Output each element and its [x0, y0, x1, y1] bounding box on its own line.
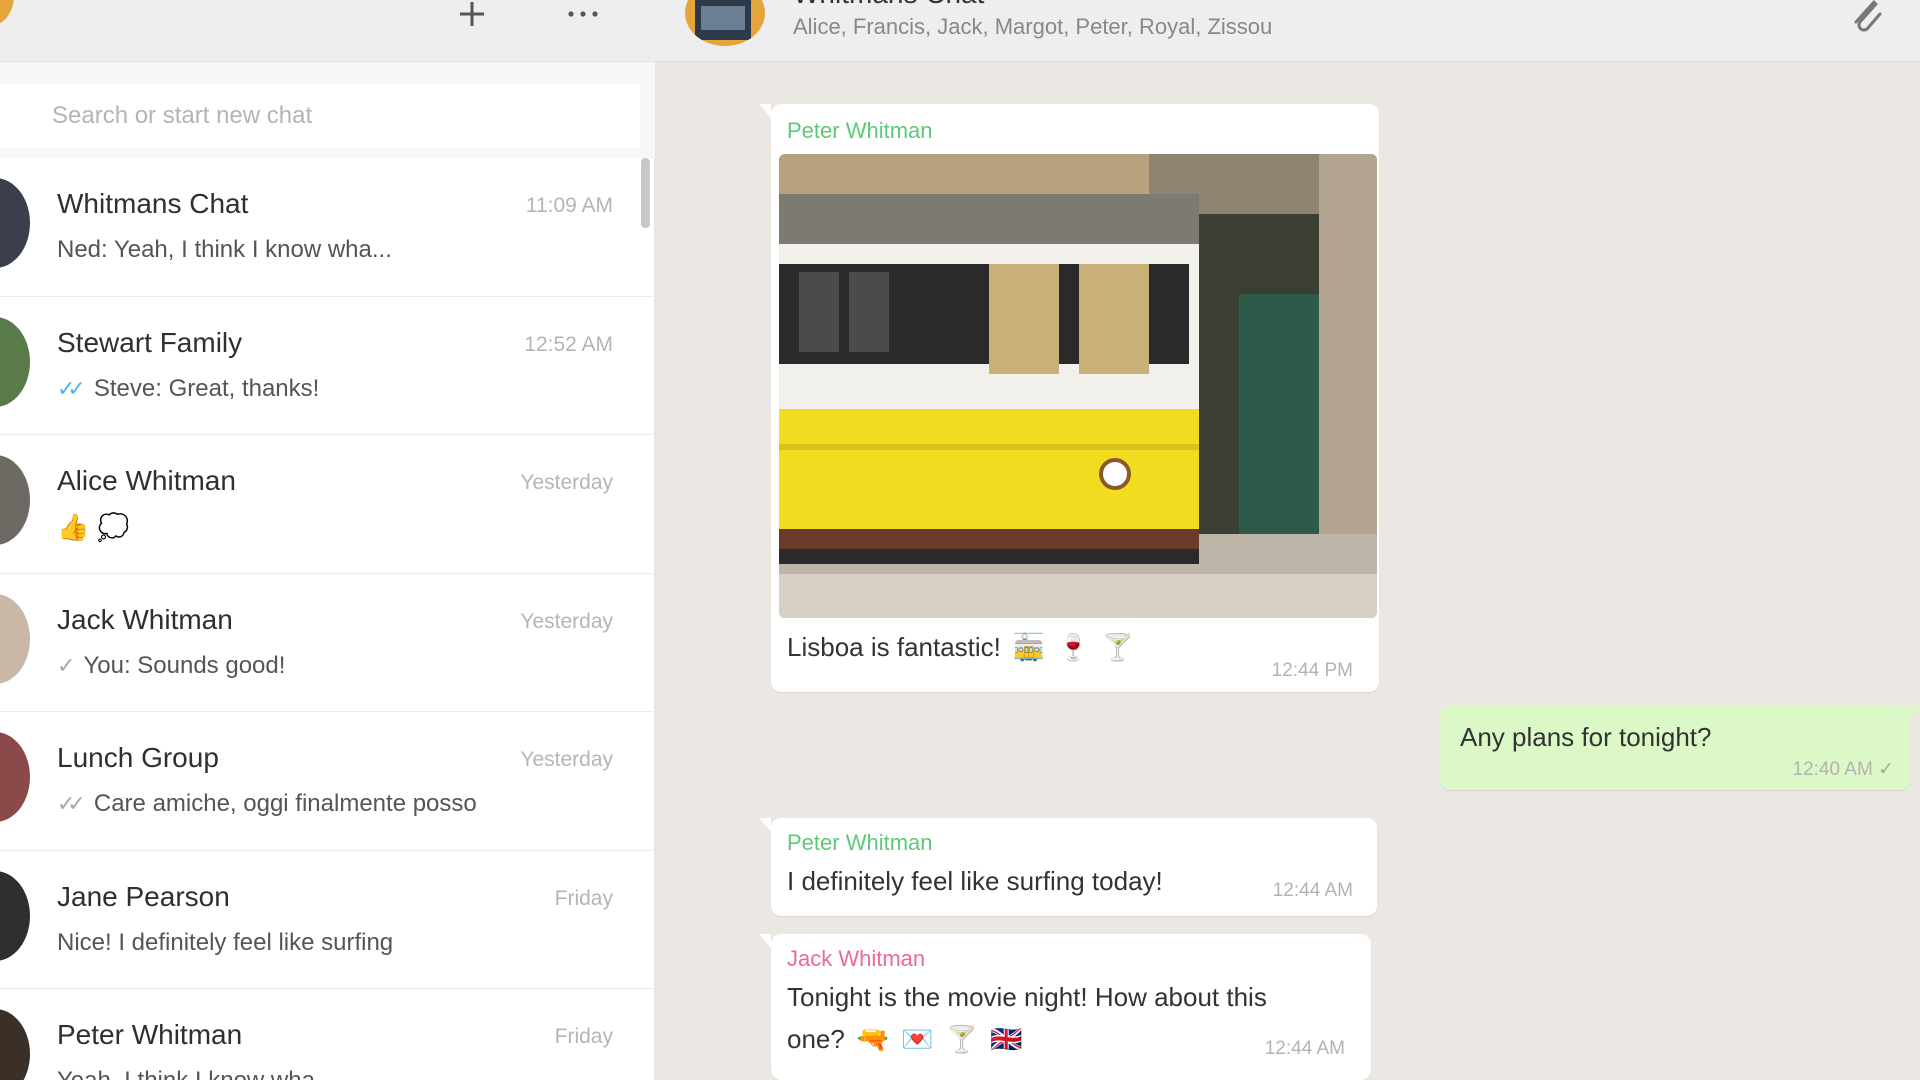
tram-emoji-icon: 🚋 [1012, 632, 1046, 663]
single-check-icon: ✓ [1878, 759, 1894, 780]
chat-preview: Ned: Yeah, I think I know wha... [57, 236, 392, 264]
chat-time: Friday [554, 1025, 613, 1048]
chat-preview-text: Care amiche, oggi finalmente posso [93, 790, 477, 817]
thumbs-up-emoji-icon: 👍 [57, 513, 90, 543]
chat-preview-text: Nice! I definitely feel like surfing [57, 928, 394, 956]
chat-preview-text: Steve: Great, thanks! [93, 374, 320, 402]
chat-name: Peter Whitman [57, 1019, 243, 1050]
group-avatar[interactable] [685, 0, 765, 46]
chat-preview: ✓✓ Care amiche, oggi finalmente posso [57, 790, 477, 818]
message-text: Lisboa is fantastic! [787, 632, 1001, 662]
chat-list-item[interactable]: Alice Whitman Yesterday 👍 💭 [0, 435, 655, 574]
message-sender: Peter Whitman [787, 118, 933, 143]
love-letter-emoji-icon: 💌 [901, 1024, 934, 1055]
message-time: 12:44 PM [1271, 660, 1353, 681]
wine-glass-emoji-icon: 🍷 [1057, 632, 1090, 663]
avatar [0, 870, 30, 961]
tram-photo[interactable] [779, 154, 1377, 618]
chat-sidebar: Whitmans Chat 11:09 AM Ned: Yeah, I thin… [0, 0, 655, 1080]
message-bubble[interactable]: Jack Whitman Tonight is the movie night!… [759, 934, 1371, 1080]
message-time-row: 12:40 AM ✓ [1793, 758, 1894, 781]
plus-icon[interactable] [450, 2, 494, 40]
chat-preview: Yeah, I think I know wha... [57, 1067, 335, 1080]
conversation-title: Whitmans Chat [793, 0, 984, 10]
thought-bubble-emoji-icon: 💭 [97, 513, 130, 543]
chat-time: 11:09 AM [525, 194, 613, 217]
chat-name: Lunch Group [57, 742, 219, 773]
pistol-emoji-icon: 🔫 [856, 1024, 890, 1055]
single-check-icon: ✓ [57, 652, 76, 678]
chat-preview: 👍 💭 [57, 513, 130, 543]
chat-list-item[interactable]: Lunch Group Yesterday ✓✓ Care amiche, og… [0, 712, 655, 851]
message-text-row: one? 🔫 💌 🍸 🇬🇧 [787, 1024, 1022, 1055]
ellipsis-icon[interactable] [561, 2, 605, 40]
uk-flag-emoji-icon: 🇬🇧 [989, 1024, 1023, 1055]
chat-preview-text: Ned: Yeah, I think I know wha... [57, 236, 392, 263]
message-text-row: Lisboa is fantastic! 🚋 🍷 🍸 [787, 632, 1134, 663]
chat-list-item[interactable]: Whitmans Chat 11:09 AM Ned: Yeah, I thin… [0, 158, 655, 297]
chat-time: Yesterday [520, 609, 613, 633]
chat-time: Yesterday [520, 748, 613, 771]
avatar [0, 732, 30, 822]
chat-list-item[interactable]: Jane Pearson Friday Nice! I definitely f… [0, 851, 655, 989]
conversation-pane: Whitmans Chat Alice, Francis, Jack, Marg… [655, 0, 1920, 1080]
message-text: Any plans for tonight? [1460, 722, 1712, 752]
message-time: 12:44 AM [1264, 1038, 1345, 1059]
cocktail-emoji-icon: 🍸 [1101, 632, 1135, 663]
sidebar-header [0, 0, 655, 62]
message-sender: Peter Whitman [787, 830, 933, 855]
chat-time: Friday [554, 886, 613, 910]
message-text: Tonight is the movie night! How about th… [787, 982, 1267, 1012]
chat-preview: Nice! I definitely feel like surfing [57, 929, 393, 957]
chat-preview: ✓ You: Sounds good! [57, 652, 285, 680]
paperclip-icon[interactable] [1846, 0, 1886, 36]
chat-name: Jane Pearson [57, 880, 230, 912]
chat-name: Alice Whitman [57, 465, 236, 496]
conversation-members: Alice, Francis, Jack, Margot, Peter, Roy… [793, 14, 1273, 39]
chat-list-item[interactable]: Stewart Family 12:52 AM ✓✓ Steve: Great,… [0, 297, 655, 435]
message-text-continued: one? [787, 1024, 845, 1054]
search-input[interactable] [0, 84, 640, 148]
avatar [0, 455, 30, 545]
chat-preview: ✓✓ Steve: Great, thanks! [57, 375, 319, 403]
avatar [0, 178, 30, 268]
my-avatar[interactable] [0, 0, 14, 26]
message-time: 12:44 AM [1272, 880, 1353, 901]
message-bubble[interactable]: Peter Whitman I definitely feel like sur… [759, 818, 1377, 916]
chat-list-item[interactable]: Peter Whitman Friday Yeah, I think I kno… [0, 989, 655, 1080]
chat-name: Stewart Family [57, 326, 243, 358]
chat-name: Whitmans Chat [57, 188, 249, 219]
whatsapp-window: Whitmans Chat 11:09 AM Ned: Yeah, I thin… [0, 0, 1920, 1080]
avatar [0, 593, 30, 684]
chat-preview-text: Yeah, I think I know wha... [57, 1067, 335, 1080]
chat-time: 12:52 AM [524, 332, 613, 356]
double-check-delivered-icon: ✓✓ [57, 791, 86, 816]
chat-name: Jack Whitman [57, 603, 233, 635]
avatar [0, 1009, 30, 1080]
chat-time: Yesterday [520, 471, 613, 494]
message-bubble-outgoing[interactable]: Any plans for tonight? 12:40 AM ✓ [1440, 706, 1920, 790]
double-check-read-icon: ✓✓ [57, 375, 86, 401]
avatar [0, 316, 30, 407]
message-text: I definitely feel like surfing today! [787, 866, 1163, 896]
chat-list: Whitmans Chat 11:09 AM Ned: Yeah, I thin… [0, 158, 655, 1080]
chat-preview-text: You: Sounds good! [83, 651, 286, 679]
search-bar [0, 62, 655, 158]
message-time: 12:40 AM [1792, 759, 1873, 780]
cocktail-emoji-icon: 🍸 [945, 1024, 978, 1055]
message-bubble-image[interactable]: Peter Whitman Lisboa is fantastic! 🚋 🍷 🍸… [759, 104, 1379, 692]
chat-list-item[interactable]: Jack Whitman Yesterday ✓ You: Sounds goo… [0, 574, 655, 712]
message-sender: Jack Whitman [787, 946, 926, 971]
conversation-header[interactable]: Whitmans Chat Alice, Francis, Jack, Marg… [655, 0, 1920, 62]
chat-list-scrollbar[interactable] [641, 158, 650, 228]
